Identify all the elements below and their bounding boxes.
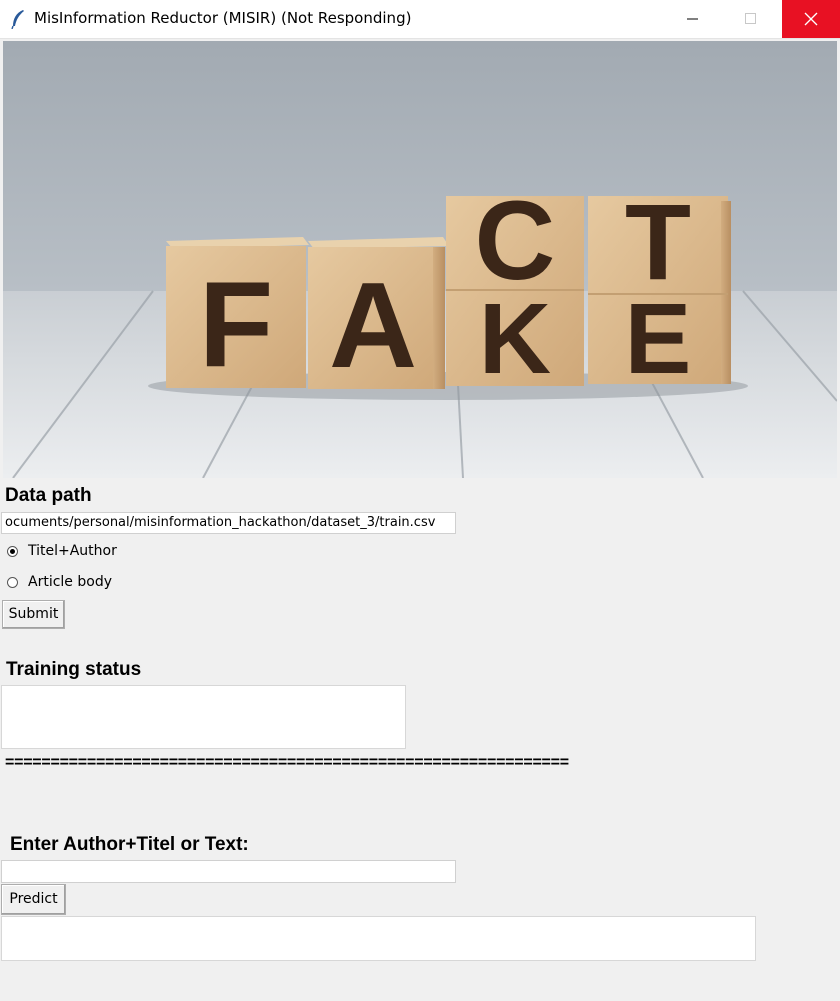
maximize-icon (745, 13, 756, 24)
window-title: MisInformation Reductor (MISIR) (Not Res… (34, 9, 412, 27)
prediction-result-box (1, 916, 756, 961)
predict-input-label: Enter Author+Titel or Text: (10, 834, 249, 855)
svg-text:A: A (329, 257, 417, 393)
training-status-label: Training status (6, 659, 142, 680)
radio-label: Article body (28, 574, 112, 590)
minimize-icon (687, 18, 698, 20)
svg-text:E: E (625, 283, 692, 395)
predict-input[interactable] (1, 860, 456, 883)
close-icon (804, 12, 818, 26)
radio-label: Titel+Author (28, 543, 117, 559)
maximize-button[interactable] (728, 0, 774, 38)
submit-button[interactable]: Submit (2, 600, 65, 629)
radio-selected-icon (7, 545, 18, 557)
data-path-label: Data path (5, 485, 92, 506)
close-button[interactable] (782, 0, 840, 38)
data-path-input[interactable]: ocuments/personal/misinformation_hackath… (1, 512, 456, 534)
separator-line: ========================================… (5, 754, 569, 771)
minimize-button[interactable] (670, 0, 716, 38)
predict-button[interactable]: Predict (1, 884, 66, 915)
hero-image: F A C K T E (3, 41, 837, 478)
feather-icon (10, 9, 26, 30)
svg-text:K: K (479, 283, 551, 395)
radio-unselected-icon (7, 576, 18, 588)
radio-titel-author[interactable]: Titel+Author (7, 541, 117, 561)
training-status-box (1, 685, 406, 749)
title-bar: MisInformation Reductor (MISIR) (Not Res… (0, 0, 840, 39)
svg-text:F: F (199, 256, 274, 392)
radio-article-body[interactable]: Article body (7, 572, 112, 592)
